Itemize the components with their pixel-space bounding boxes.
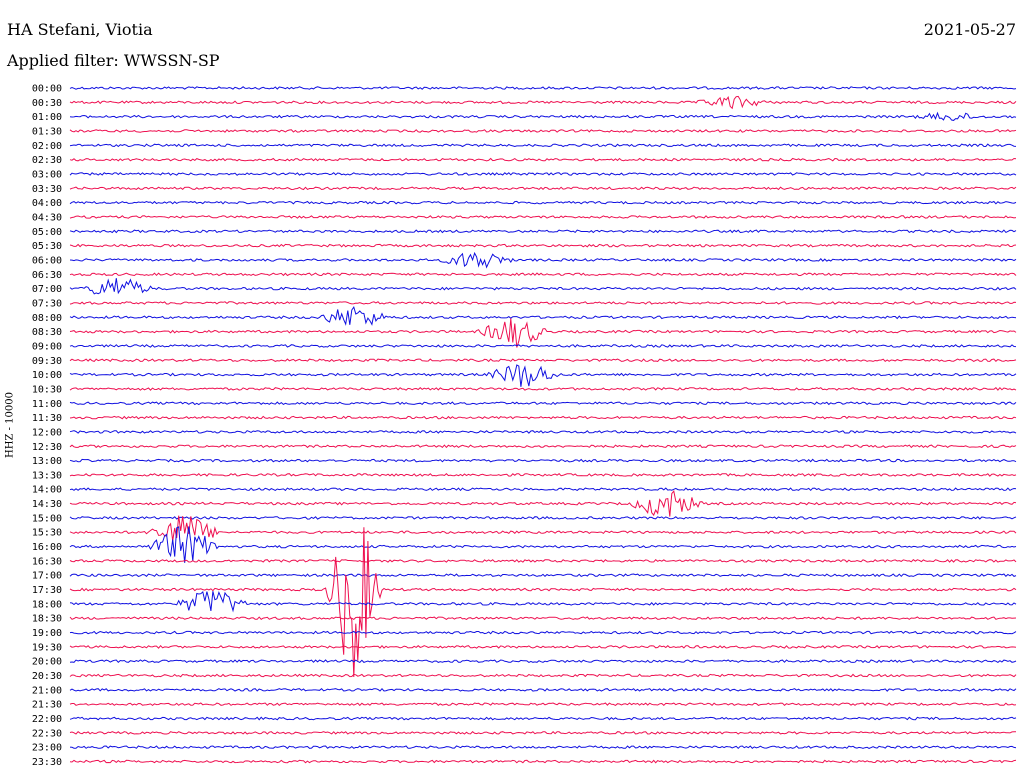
tick-label: 07:30: [32, 298, 62, 309]
trace-2030: [69, 673, 1017, 678]
tick-label: 00:00: [32, 84, 62, 95]
tick-label: 11:00: [32, 399, 62, 410]
tick-label: 02:00: [32, 141, 62, 152]
tick-label: 12:00: [32, 427, 62, 438]
trace-0800: [69, 305, 1017, 326]
tick-label: 16:30: [32, 556, 62, 567]
tick-label: 21:00: [32, 685, 62, 696]
trace-2130: [69, 702, 1017, 707]
tick-label: 20:30: [32, 671, 62, 682]
trace-0430: [69, 215, 1017, 219]
tick-label: 10:00: [32, 370, 62, 381]
trace-0330: [69, 186, 1017, 191]
tick-label: 01:30: [32, 126, 62, 137]
tick-label: 21:30: [32, 700, 62, 711]
trace-0830: [69, 318, 1017, 348]
tick-label: 12:30: [32, 442, 62, 453]
trace-1130: [69, 415, 1017, 420]
tick-label: 07:00: [32, 284, 62, 295]
tick-label: 16:00: [32, 542, 62, 553]
trace-1700: [69, 573, 1017, 578]
tick-label: 09:00: [32, 341, 62, 352]
time-tick-labels: 00:00 00:30 01:00 01:30 02:00 02:30 03:00 03:30…: [32, 84, 62, 769]
tick-label: 03:00: [32, 169, 62, 180]
tick-label: 19:00: [32, 628, 62, 639]
trace-2100: [69, 687, 1017, 692]
tick-label: 14:00: [32, 485, 62, 496]
tick-label: 23:30: [32, 757, 62, 768]
tick-label: 23:00: [32, 743, 62, 754]
trace-0000: [69, 86, 1017, 90]
trace-1800: [69, 590, 1017, 613]
trace-0130: [69, 129, 1017, 133]
trace-0400: [69, 200, 1017, 205]
trace-1330: [69, 473, 1017, 477]
trace-0600: [69, 251, 1017, 269]
tick-label: 04:00: [32, 198, 62, 209]
trace-1000: [69, 364, 1017, 387]
tick-label: 05:00: [32, 227, 62, 238]
trace-1830: [69, 616, 1017, 621]
tick-label: 01:00: [32, 112, 62, 123]
trace-0200: [69, 143, 1017, 148]
trace-0530: [69, 243, 1017, 248]
trace-2230: [69, 731, 1017, 735]
trace-1530: [69, 515, 1017, 541]
trace-0300: [69, 172, 1017, 176]
tick-label: 20:00: [32, 657, 62, 668]
seismic-traces: [69, 86, 1017, 764]
trace-0900: [69, 344, 1017, 348]
tick-label: 15:00: [32, 513, 62, 524]
tick-label: 11:30: [32, 413, 62, 424]
trace-1400: [69, 487, 1017, 492]
helicorder-plot: 00:00 00:30 01:00 01:30 02:00 02:30 03:00 03:30…: [32, 84, 1017, 769]
trace-2000: [69, 659, 1017, 664]
tick-label: 19:30: [32, 642, 62, 653]
trace-1230: [69, 444, 1017, 449]
tick-label: 08:00: [32, 313, 62, 324]
trace-0700: [69, 278, 1017, 295]
tick-label: 17:00: [32, 571, 62, 582]
trace-2330: [69, 759, 1017, 764]
trace-1430: [69, 489, 1017, 517]
trace-0100: [69, 111, 1017, 121]
tick-label: 09:30: [32, 356, 62, 367]
tick-label: 15:30: [32, 528, 62, 539]
tick-label: 17:30: [32, 585, 62, 596]
tick-label: 08:30: [32, 327, 62, 338]
tick-label: 06:30: [32, 270, 62, 281]
trace-1930: [69, 644, 1017, 649]
tick-label: 18:00: [32, 599, 62, 610]
tick-label: 22:30: [32, 728, 62, 739]
trace-0230: [69, 157, 1017, 162]
trace-1030: [69, 386, 1017, 391]
tick-label: 10:30: [32, 384, 62, 395]
trace-1100: [69, 401, 1017, 406]
trace-1630: [69, 559, 1017, 563]
trace-2300: [69, 745, 1017, 750]
trace-0930: [69, 358, 1017, 363]
tick-label: 18:30: [32, 614, 62, 625]
trace-1200: [69, 430, 1017, 434]
tick-label: 13:00: [32, 456, 62, 467]
tick-label: 06:00: [32, 255, 62, 266]
tick-label: 14:30: [32, 499, 62, 510]
trace-0630: [69, 272, 1017, 277]
tick-label: 03:30: [32, 184, 62, 195]
trace-1300: [69, 458, 1017, 463]
trace-0730: [69, 301, 1017, 305]
tick-label: 13:30: [32, 470, 62, 481]
tick-label: 00:30: [32, 98, 62, 109]
tick-label: 02:30: [32, 155, 62, 166]
tick-label: 05:30: [32, 241, 62, 252]
tick-label: 22:00: [32, 714, 62, 725]
trace-0030: [69, 95, 1017, 110]
trace-1900: [69, 630, 1017, 635]
tick-label: 04:30: [32, 212, 62, 223]
trace-1500: [69, 516, 1017, 520]
trace-0500: [69, 229, 1017, 234]
trace-2200: [69, 716, 1017, 721]
